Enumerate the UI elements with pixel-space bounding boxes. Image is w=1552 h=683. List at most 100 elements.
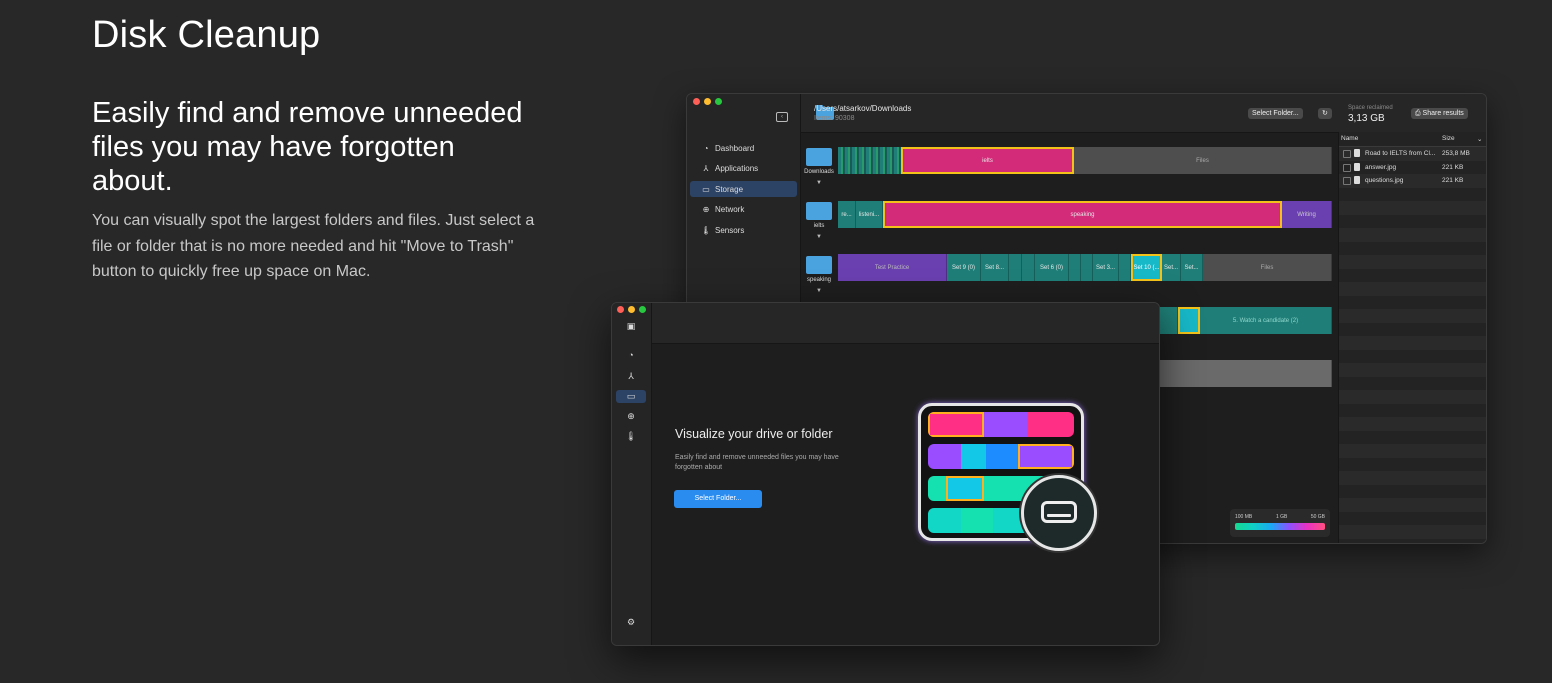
bar-segment[interactable]: re... [838, 201, 856, 228]
folder-speaking[interactable]: speaking ▼ [804, 256, 834, 294]
visualize-description: Easily find and remove unneeded files yo… [675, 454, 839, 471]
gear-icon[interactable]: ⚙ [616, 616, 646, 629]
chevron-down-icon: ▼ [816, 288, 822, 294]
select-folder-button[interactable]: Select Folder... [1248, 108, 1303, 119]
file-size: 221 KB [1442, 177, 1464, 184]
folder-label: Downloads [804, 169, 834, 175]
visualize-window: ▣ ◔ ⅄ ▭ ⊕ 🌡 ⚙ Visualize your drive or fo… [611, 302, 1160, 646]
page-description: You can visually spot the largest folder… [92, 212, 535, 280]
chevron-down-icon: ▼ [816, 180, 822, 186]
sidebar-item-dashboard[interactable]: ◔ Dashboard [690, 140, 797, 156]
storage-bar-downloads: ielts Files [838, 147, 1332, 174]
globe-icon: ⊕ [702, 205, 710, 214]
window-controls[interactable] [693, 98, 722, 105]
gauge-icon[interactable]: ◔ [616, 349, 646, 362]
bar-segment[interactable]: Set 3... [1093, 254, 1119, 281]
bar-segment[interactable]: Set 8... [981, 254, 1009, 281]
thermometer-icon[interactable]: 🌡 [616, 430, 646, 443]
sidebar-item-network[interactable]: ⊕ Network [690, 202, 797, 218]
bar-segment-selected[interactable]: Set 10 (... [1131, 254, 1162, 281]
bar-segment[interactable] [1009, 254, 1022, 281]
zoom-button[interactable] [639, 306, 646, 313]
minimize-button[interactable] [628, 306, 635, 313]
bar-segment[interactable]: Set... [1162, 254, 1181, 281]
visualize-title: Visualize your drive or folder [675, 427, 833, 441]
file-name: Road to IELTS from Cl... [1365, 150, 1436, 157]
table-header: Name Size ⌄ [1339, 132, 1486, 147]
sidebar-item-sensors[interactable]: 🌡 Sensors [690, 222, 797, 238]
size-legend: 100 MB 1 GB 50 GB [1230, 509, 1330, 537]
share-results-button[interactable]: ⎙ Share results [1411, 108, 1468, 119]
file-name: questions.jpg [1365, 177, 1404, 184]
checkbox[interactable] [1343, 163, 1351, 172]
legend-label: 50 GB [1310, 514, 1325, 520]
current-path: /Users/atsarkov/Downloads [814, 104, 912, 113]
drive-icon[interactable]: ▭ [616, 390, 646, 403]
bar-segment-selected[interactable] [1178, 307, 1200, 334]
bar-segment[interactable] [1081, 254, 1093, 281]
legend-label: 1 GB [1276, 514, 1288, 520]
bar-segment[interactable]: Set 6 (0) [1035, 254, 1069, 281]
minimize-button[interactable] [704, 98, 711, 105]
bar-segment[interactable]: 5. Watch a candidate (2) [1200, 307, 1332, 334]
folder-ielts[interactable]: ielts ▼ [804, 202, 834, 240]
sidebar-item-storage[interactable]: ▭ Storage [690, 181, 797, 197]
sidebar-item-label: Sensors [715, 225, 745, 235]
bar-segment-files[interactable]: Files [1203, 254, 1332, 281]
sidebar: ▣ ◔ ⅄ ▭ ⊕ 🌡 ⚙ [612, 303, 652, 645]
storage-bar-speaking: Test Practice Set 9 (0) Set 8... Set 6 (… [838, 254, 1332, 281]
refresh-icon[interactable]: ↻ [1318, 108, 1332, 119]
checkbox[interactable] [1343, 150, 1351, 158]
close-button[interactable] [617, 306, 624, 313]
bar-segment-ielts[interactable]: ielts [901, 147, 1074, 174]
column-size[interactable]: Size [1442, 135, 1455, 142]
zoom-button[interactable] [715, 98, 722, 105]
bar-segment-small-files[interactable] [838, 147, 901, 174]
drive-icon: ▭ [702, 184, 710, 194]
bar-segment[interactable] [1119, 254, 1131, 281]
storage-bar-ielts: re... listeni... speaking Writing [838, 201, 1332, 228]
file-icon [1354, 162, 1360, 171]
close-button[interactable] [693, 98, 700, 105]
bar-segment-files[interactable]: Files [1074, 147, 1332, 174]
applications-icon: ⅄ [703, 164, 709, 173]
page-title: Disk Cleanup [92, 14, 321, 56]
sidebar-item-label: Network [715, 205, 745, 214]
column-name[interactable]: Name [1341, 135, 1358, 142]
table-empty-rows [1339, 188, 1486, 544]
checkbox[interactable] [1343, 177, 1351, 185]
sidebar-nav: ◔ Dashboard ⅄ Applications ▭ Storage ⊕ N… [690, 140, 797, 243]
sidebar-toggle-icon[interactable]: ‹ [776, 112, 788, 122]
bar-segment[interactable]: Set... [1181, 254, 1203, 281]
bar-segment[interactable]: Test Practice [838, 254, 947, 281]
bar-segment[interactable] [1069, 254, 1081, 281]
window-controls[interactable] [617, 306, 646, 313]
chevron-down-icon[interactable]: ⌄ [1477, 135, 1482, 143]
applications-icon[interactable]: ⅄ [616, 370, 646, 383]
sidebar-item-label: Dashboard [715, 143, 755, 153]
drive-icon [1021, 475, 1097, 551]
sidebar-item-label: Storage [715, 184, 744, 194]
bar-segment[interactable]: listeni... [856, 201, 883, 228]
folder-downloads[interactable]: Downloads ▼ [804, 148, 834, 186]
bar-segment-writing[interactable]: Writing [1282, 201, 1332, 228]
sidebar-item-applications[interactable]: ⅄ Applications [690, 161, 797, 177]
bar-segment[interactable]: Set 9 (0) [947, 254, 981, 281]
bar-segment-speaking[interactable]: speaking [883, 201, 1282, 228]
items-count: Items: 90308 [814, 115, 855, 122]
table-row[interactable]: answer.jpg 221 KB [1339, 161, 1486, 175]
select-folder-button[interactable]: Select Folder... [674, 490, 762, 508]
sidebar-toggle-icon[interactable]: ▣ [616, 320, 646, 333]
folder-label: ielts [813, 223, 825, 229]
file-icon [1354, 176, 1360, 184]
table-row[interactable]: Road to IELTS from Cl... 253,8 MB [1339, 147, 1486, 161]
legend-label: 100 MB [1235, 514, 1253, 520]
table-row[interactable]: questions.jpg 221 KB [1339, 174, 1486, 188]
globe-icon[interactable]: ⊕ [616, 410, 646, 423]
folder-label: speaking [806, 277, 832, 283]
sidebar-item-label: Applications [715, 164, 759, 173]
file-size: 253,8 MB [1442, 150, 1470, 157]
toolbar [652, 303, 1159, 344]
folder-icon [806, 148, 832, 166]
bar-segment[interactable] [1022, 254, 1035, 281]
